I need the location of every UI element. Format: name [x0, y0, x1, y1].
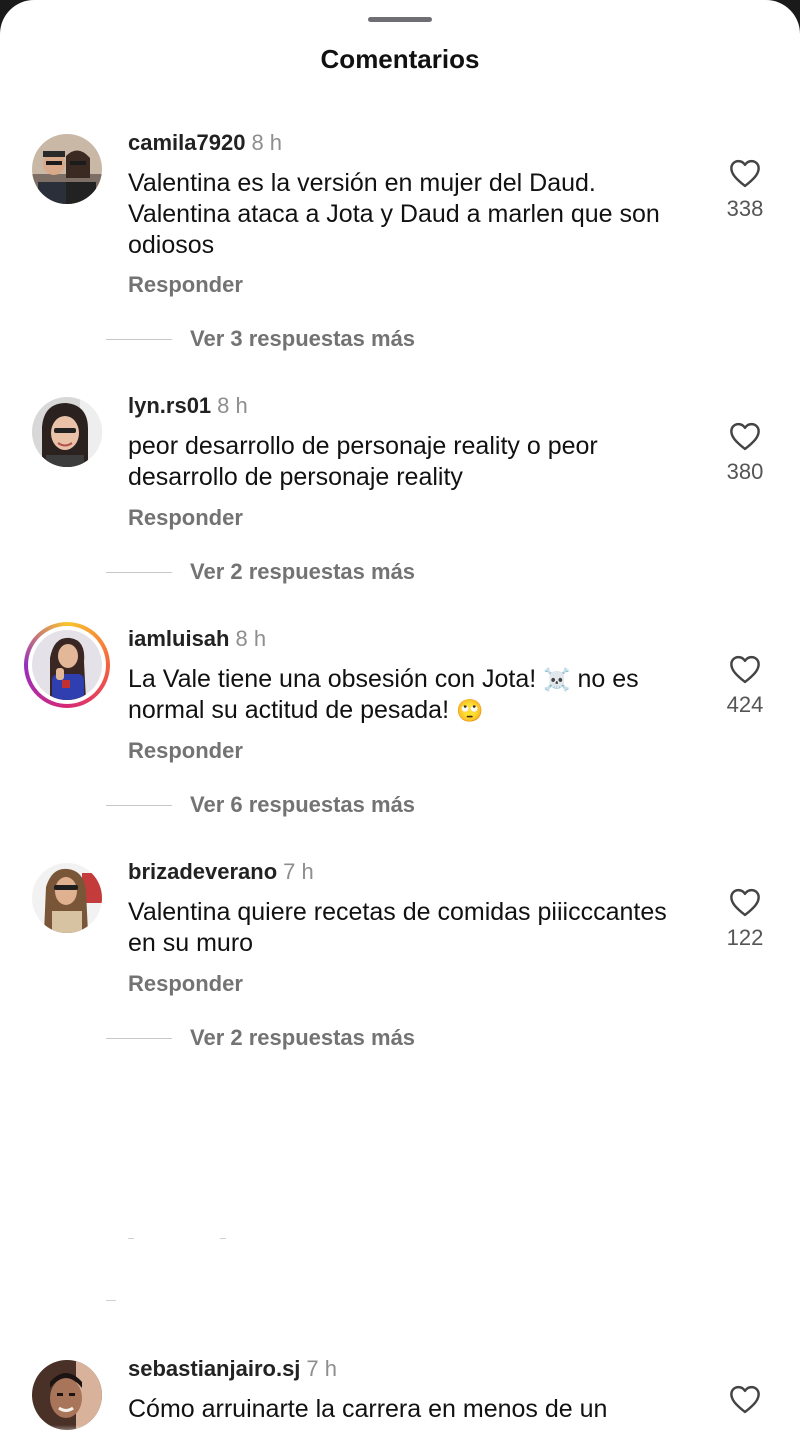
- comment-text: peor desarrollo de personaje reality o p…: [128, 432, 598, 491]
- comment-username[interactable]: camila7920: [128, 130, 245, 155]
- heart-outline-icon: [730, 655, 760, 684]
- comment-time: 8 h: [217, 393, 248, 418]
- replies-divider: [106, 339, 172, 340]
- heart-outline-icon: [730, 422, 760, 451]
- comment-time: 7 h: [306, 1356, 338, 1381]
- comments-sheet: Comentarios camila7920 8 h Valentina es l…: [0, 0, 800, 1440]
- comment-text-part: La Vale tiene una obsesión con Jota!: [128, 665, 544, 693]
- sheet-title: Comentarios: [320, 44, 480, 74]
- view-more-replies-button[interactable]: Ver 3 respuestas más: [190, 326, 415, 352]
- avatar-photo: [32, 1360, 102, 1430]
- comment-text: Cómo arruinarte la carrera en menos de u…: [128, 1395, 608, 1423]
- sheet-drag-handle[interactable]: [368, 17, 432, 22]
- eye-roll-emoji: 🙄: [455, 698, 484, 723]
- comment-username[interactable]: iamluisah: [128, 626, 229, 651]
- like-button[interactable]: 380: [720, 421, 770, 485]
- view-more-replies-button[interactable]: Ver 6 respuestas más: [190, 792, 415, 818]
- reply-button[interactable]: Responder: [128, 505, 243, 531]
- heart-outline-icon: [730, 1385, 760, 1414]
- comment-text: Valentina quiere recetas de comidas piii…: [128, 898, 667, 957]
- replies-divider: [106, 572, 172, 573]
- comment-text: La Vale tiene una obsesión con Jota! ☠️ …: [128, 664, 688, 726]
- like-count: 338: [726, 196, 764, 221]
- reply-button[interactable]: Responder: [128, 738, 243, 764]
- comment-username[interactable]: brizadeverano: [128, 859, 277, 884]
- avatar-photo: [32, 630, 102, 700]
- heart-outline-icon: [730, 159, 760, 188]
- comment-meta: camila7920 8 h: [128, 130, 282, 156]
- like-button[interactable]: [720, 1384, 770, 1414]
- like-button[interactable]: 424: [720, 654, 770, 718]
- avatar[interactable]: [32, 134, 102, 204]
- comment-meta: lyn.rs01 8 h: [128, 393, 248, 419]
- avatar-photo: [32, 397, 102, 467]
- comment-time: 7 h: [283, 859, 314, 884]
- comment-meta: sebastianjairo.sj 7 h: [128, 1356, 337, 1382]
- avatar: [32, 630, 102, 700]
- replies-divider: [106, 805, 172, 806]
- comment-time: 8 h: [251, 130, 283, 155]
- heart-outline-icon: [730, 888, 760, 917]
- comment-meta: iamluisah 8 h: [128, 626, 266, 652]
- like-count: 122: [726, 925, 764, 950]
- like-button[interactable]: 122: [720, 887, 770, 951]
- story-ring-gap: [28, 626, 106, 704]
- comment-time: 8 h: [235, 626, 267, 651]
- view-more-replies-button[interactable]: Ver 2 respuestas más: [190, 559, 415, 585]
- loading-artifact: [220, 1238, 226, 1239]
- avatar-photo: [32, 134, 102, 204]
- bottom-fade: [0, 1425, 800, 1440]
- replies-divider: [106, 1038, 172, 1039]
- avatar[interactable]: [32, 863, 102, 933]
- comment-meta: brizadeverano 7 h: [128, 859, 314, 885]
- like-button[interactable]: 338: [720, 158, 770, 222]
- comment-username[interactable]: sebastianjairo.sj: [128, 1356, 300, 1381]
- avatar-photo: [32, 863, 102, 933]
- loading-artifact: [128, 1238, 134, 1239]
- avatar[interactable]: [32, 397, 102, 467]
- like-count: 424: [726, 692, 764, 717]
- loading-artifact: [106, 1300, 116, 1301]
- skull-crossbones-emoji: ☠️: [543, 667, 571, 692]
- reply-button[interactable]: Responder: [128, 971, 243, 997]
- view-more-replies-button[interactable]: Ver 2 respuestas más: [190, 1025, 415, 1051]
- reply-button[interactable]: Responder: [128, 272, 243, 298]
- avatar-with-story-ring[interactable]: [24, 622, 110, 708]
- comment-username[interactable]: lyn.rs01: [128, 393, 211, 418]
- like-count: 380: [726, 459, 764, 484]
- avatar[interactable]: [32, 1360, 102, 1430]
- comment-text: Valentina es la versión en mujer del Dau…: [128, 169, 660, 259]
